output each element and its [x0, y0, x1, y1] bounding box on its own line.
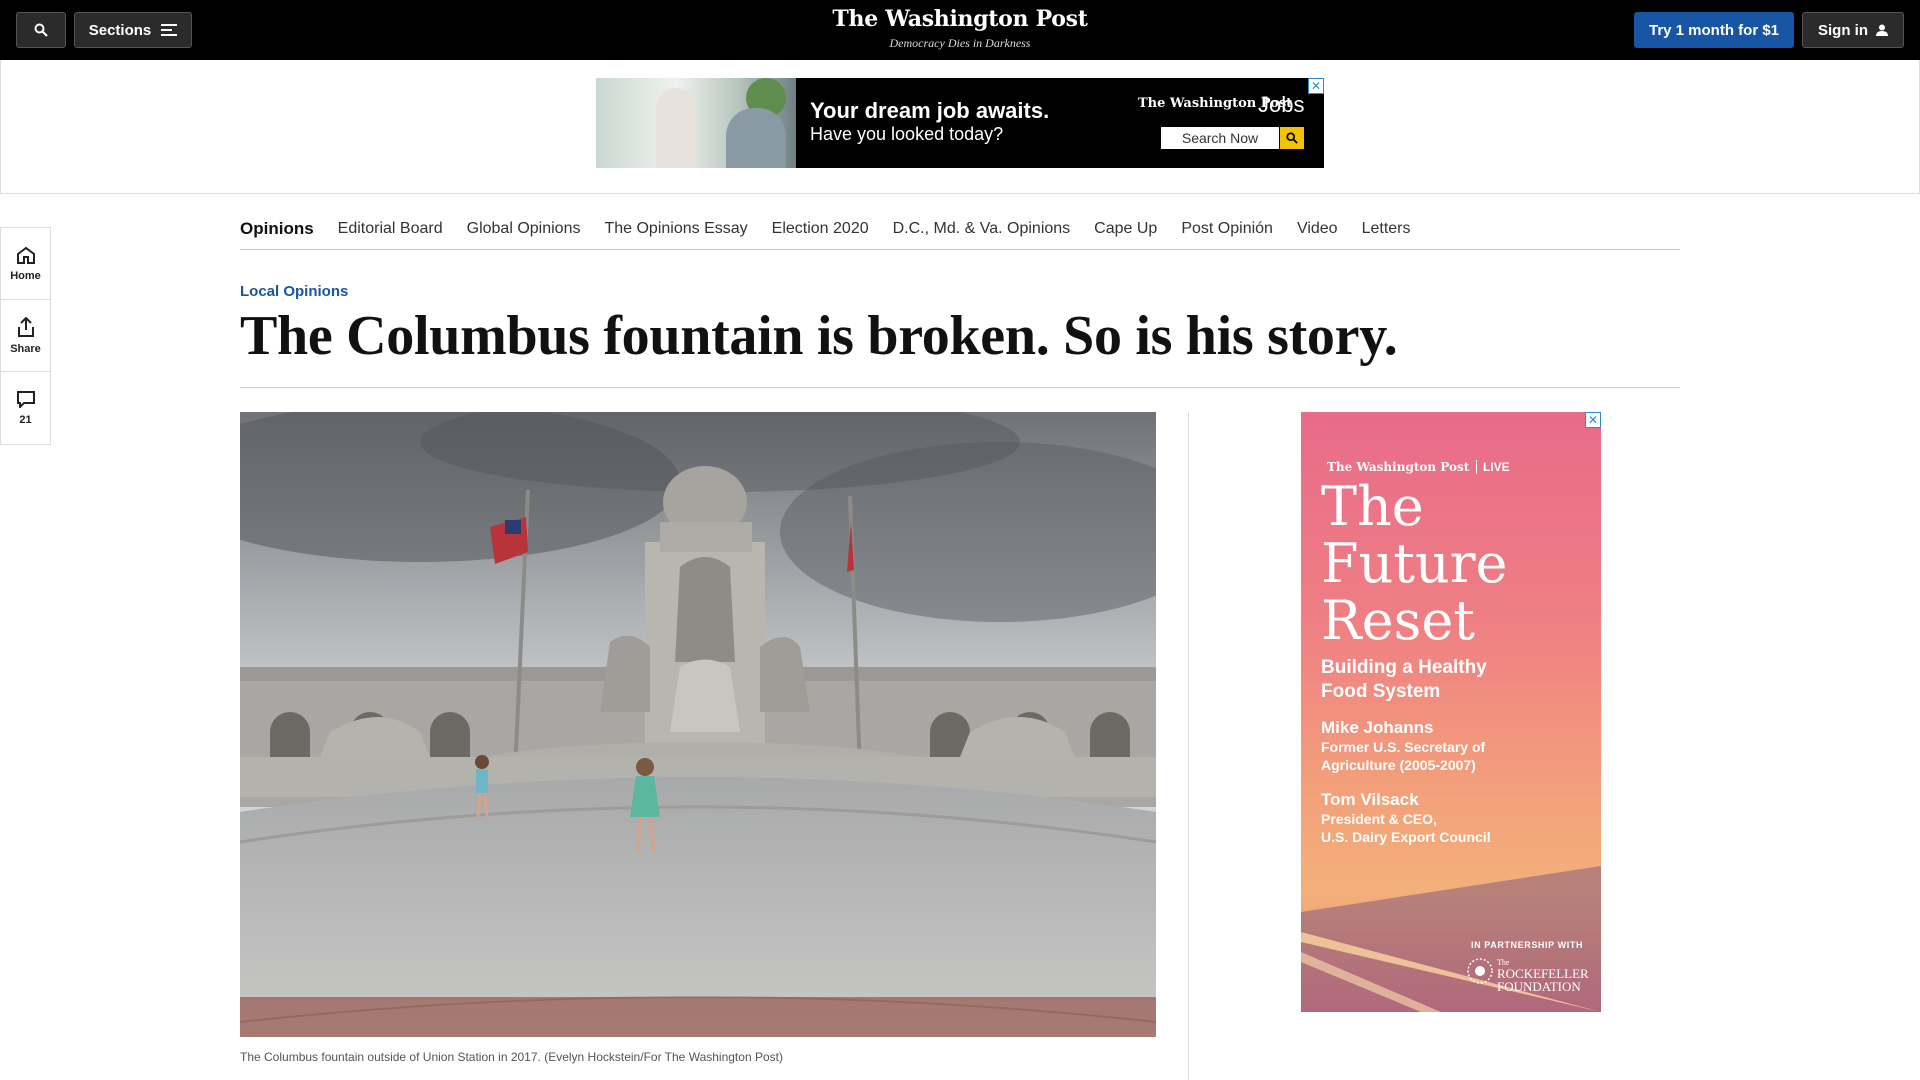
ad-search-box[interactable]: Search Now [1161, 127, 1279, 149]
ad-product: Jobs [1258, 92, 1305, 117]
user-icon [1876, 24, 1888, 36]
rail-comments-button[interactable]: 21 [1, 372, 50, 444]
ad-search-button[interactable] [1280, 127, 1304, 149]
ad-speaker-1-name: Mike Johanns [1321, 718, 1434, 737]
brand-tagline: Democracy Dies in Darkness [889, 36, 1031, 50]
nav-item-editorial-board[interactable]: Editorial Board [338, 220, 443, 238]
ad-close-icon[interactable]: ✕ [1308, 78, 1324, 94]
ad-speaker-1-title: Former U.S. Secretary of Agriculture (20… [1321, 738, 1485, 774]
nav-item-opinions-essay[interactable]: The Opinions Essay [604, 220, 747, 238]
ad-title-line: Reset [1321, 589, 1475, 652]
comment-icon [16, 391, 35, 408]
share-icon [17, 316, 34, 337]
rail-home-label: Home [10, 269, 41, 282]
column-divider [1188, 412, 1189, 1080]
nav-item-post-opinion[interactable]: Post Opinión [1181, 220, 1273, 238]
ad-title-line: Future [1321, 532, 1508, 595]
left-rail: Home Share 21 [0, 227, 51, 445]
ad-speaker-2-name: Tom Vilsack [1321, 790, 1419, 809]
headline-divider [240, 387, 1680, 388]
nav-item-election-2020[interactable]: Election 2020 [772, 220, 869, 238]
nav-item-letters[interactable]: Letters [1362, 220, 1411, 238]
sign-in-label: Sign in [1818, 21, 1868, 39]
ad-subtitle-line: Building a Healthy [1321, 657, 1487, 678]
ad-speaker-2-title: President & CEO, U.S. Dairy Export Counc… [1321, 810, 1491, 846]
nav-item-global-opinions[interactable]: Global Opinions [467, 220, 581, 238]
rockefeller-logo-icon [1467, 958, 1493, 984]
ad-title-line: The [1321, 475, 1424, 538]
top-bar: Sections The Washington Post Democracy D… [0, 0, 1920, 60]
rail-comments-count: 21 [19, 414, 32, 426]
ad-subhead: Have you looked today? [810, 124, 1004, 144]
sign-in-button[interactable]: Sign in [1802, 12, 1904, 48]
nav-item-dc-md-va-opinions[interactable]: D.C., Md. & Va. Opinions [893, 220, 1071, 238]
rail-share-label: Share [10, 342, 41, 355]
menu-icon [161, 24, 178, 36]
article-kicker[interactable]: Local Opinions [240, 283, 348, 300]
sections-label: Sections [88, 21, 152, 39]
lead-image[interactable] [240, 412, 1156, 1037]
fountain-photo [240, 412, 1156, 1037]
ad-subtitle: Building a Healthy Food System [1321, 656, 1487, 704]
ad-headline: Your dream job awaits. [810, 98, 1050, 123]
ad-close-icon[interactable]: ✕ [1585, 412, 1601, 428]
jobs-ad-banner[interactable]: Your dream job awaits. Have you looked t… [596, 78, 1324, 168]
ad-photo [596, 78, 796, 168]
article-headline: The Columbus fountain is broken. So is h… [240, 305, 1398, 367]
nav-item-opinions[interactable]: Opinions [240, 219, 314, 239]
brand-name: The Washington Post [832, 6, 1088, 32]
section-nav: Opinions Editorial Board Global Opinions… [240, 208, 1680, 250]
ad-speaker-2-title-line: U.S. Dairy Export Council [1321, 829, 1491, 845]
ad-partner-label: IN PARTNERSHIP WITH [1471, 940, 1584, 950]
ad-subtitle-line: Food System [1321, 681, 1441, 702]
ad-partner-name: The ROCKEFELLER FOUNDATION [1497, 958, 1589, 993]
side-ad[interactable]: The Washington Post LIVE The Future Rese… [1301, 412, 1601, 1012]
nav-item-cape-up[interactable]: Cape Up [1094, 220, 1157, 238]
ad-title: The Future Reset [1321, 478, 1508, 649]
brand-logo[interactable]: The Washington Post Democracy Dies in Da… [760, 6, 1160, 51]
ad-partner-name-line: FOUNDATION [1497, 979, 1581, 994]
ad-brand: The Washington Post [1327, 460, 1470, 474]
image-caption: The Columbus fountain outside of Union S… [240, 1050, 783, 1064]
search-icon [34, 23, 48, 37]
rail-share-button[interactable]: Share [1, 300, 50, 372]
ad-speaker-1-title-line: Agriculture (2005-2007) [1321, 757, 1476, 773]
ad-live-label: LIVE [1476, 460, 1510, 474]
nav-item-video[interactable]: Video [1297, 220, 1338, 238]
subscribe-button[interactable]: Try 1 month for $1 [1634, 12, 1794, 48]
ad-speaker-1-title-line: Former U.S. Secretary of [1321, 739, 1486, 755]
search-icon [1286, 132, 1298, 144]
home-icon [16, 246, 35, 264]
rail-home-button[interactable]: Home [1, 228, 50, 300]
search-button[interactable] [16, 12, 66, 48]
sections-button[interactable]: Sections [74, 12, 192, 48]
ad-speaker-2-title-line: President & CEO, [1321, 811, 1437, 827]
